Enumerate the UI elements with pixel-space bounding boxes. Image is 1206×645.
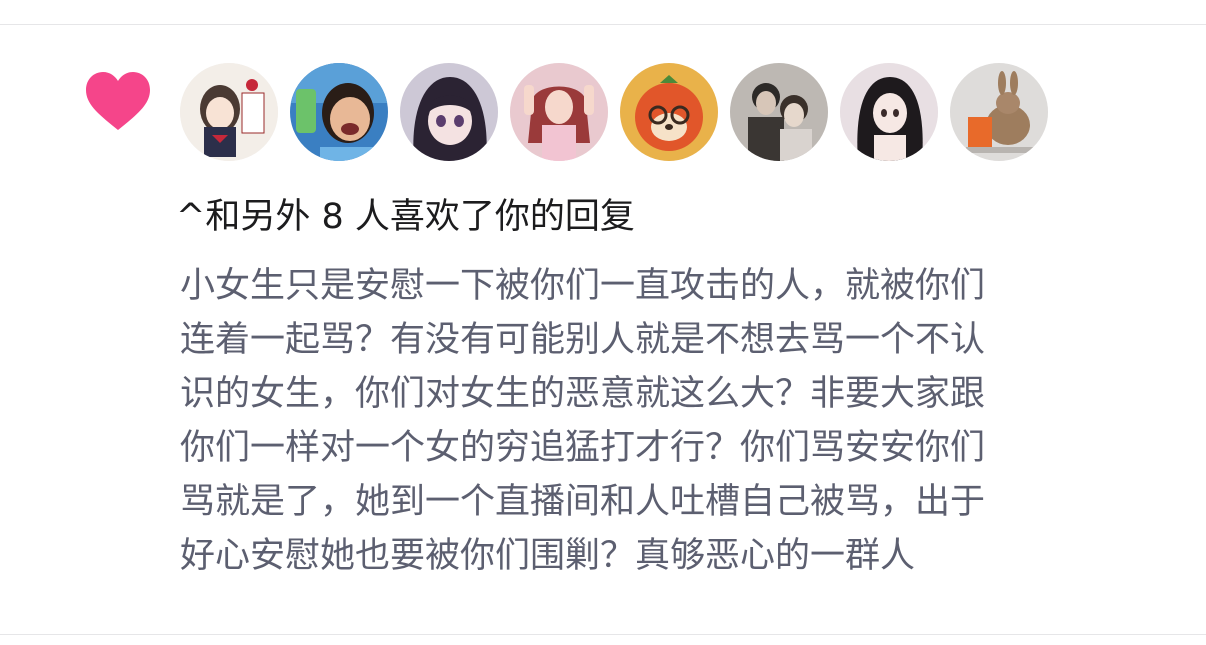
avatar-couple-photo[interactable]	[730, 63, 828, 161]
avatar-anime-dark-hair[interactable]	[400, 63, 498, 161]
avatar-doll-girl[interactable]	[840, 63, 938, 161]
heart-icon	[86, 72, 150, 130]
reply-line: 好心安慰她也要被你们围剿？真够恶心的一群人	[180, 536, 916, 576]
avatar-orange-bear[interactable]	[620, 63, 718, 161]
bottom-divider	[0, 634, 1206, 635]
avatar-anime-girl-sticker[interactable]	[180, 63, 278, 161]
avatar-laughing-woman[interactable]	[290, 63, 388, 161]
avatar-rabbit[interactable]	[950, 63, 1048, 161]
reply-text[interactable]: 小女生只是安慰一下被你们一直攻击的人，就被你们 连着一起骂？有没有可能别人就是不…	[180, 259, 1170, 583]
reply-line: 你们一样对一个女的穷追猛打才行？你们骂安安你们	[180, 428, 986, 468]
likes-summary[interactable]: ^和另外 8 人喜欢了你的回复	[176, 193, 635, 241]
top-divider	[0, 24, 1206, 25]
reply-line: 骂就是了，她到一个直播间和人吐槽自己被骂，出于	[180, 482, 986, 522]
reply-line: 小女生只是安慰一下被你们一直攻击的人，就被你们	[180, 266, 986, 306]
avatar-girl-pink[interactable]	[510, 63, 608, 161]
reply-line: 识的女生，你们对女生的恶意就这么大？非要大家跟	[180, 374, 986, 414]
reply-line: 连着一起骂？有没有可能别人就是不想去骂一个不认	[180, 320, 986, 360]
